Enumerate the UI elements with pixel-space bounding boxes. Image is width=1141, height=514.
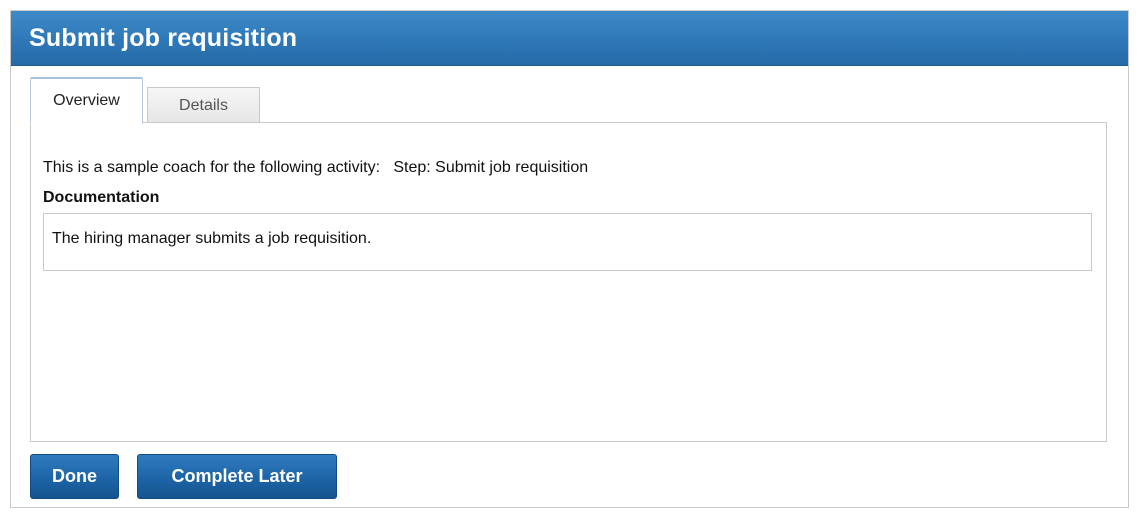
documentation-label: Documentation [43, 189, 160, 206]
tab-details[interactable]: Details [147, 87, 260, 123]
coach-window: Submit job requisition Overview Details … [10, 10, 1129, 508]
tab-panel-overview: This is a sample coach for the following… [30, 122, 1107, 442]
title-bar: Submit job requisition [11, 11, 1128, 66]
documentation-text: The hiring manager submits a job requisi… [52, 230, 372, 247]
done-button[interactable]: Done [30, 454, 119, 499]
tab-overview[interactable]: Overview [30, 77, 143, 124]
complete-later-button[interactable]: Complete Later [137, 454, 337, 499]
documentation-box: The hiring manager submits a job requisi… [43, 213, 1092, 271]
page-title: Submit job requisition [29, 23, 298, 52]
tab-bar: Overview Details [30, 77, 260, 124]
intro-text: This is a sample coach for the following… [43, 159, 589, 176]
